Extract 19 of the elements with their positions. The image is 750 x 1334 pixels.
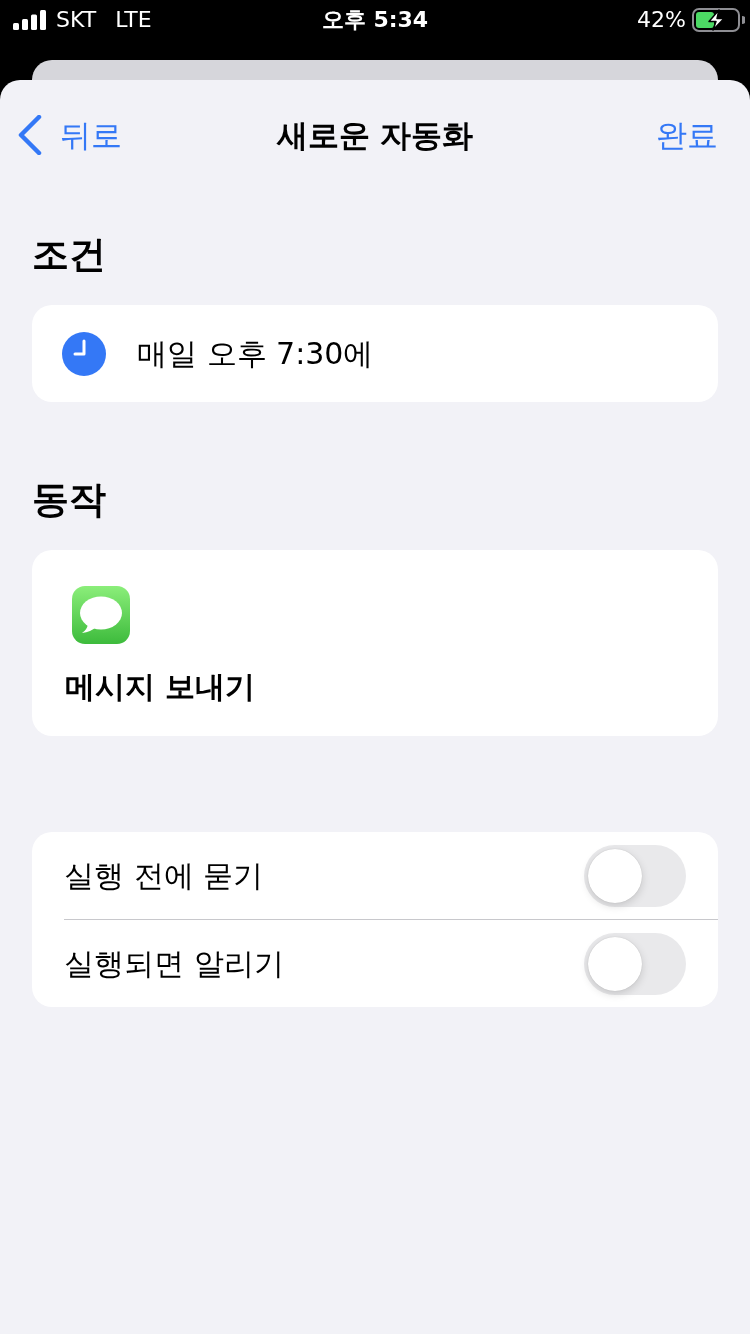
- back-button[interactable]: 뒤로: [18, 115, 122, 155]
- condition-row[interactable]: 매일 오후 7:30에: [32, 305, 718, 402]
- action-card[interactable]: 메시지 보내기: [32, 550, 718, 736]
- battery-percent: 42%: [637, 7, 686, 33]
- speech-bubble-icon: [72, 586, 130, 644]
- clock-icon: [62, 331, 106, 376]
- section-heading: 조건: [32, 232, 107, 278]
- screen-title: 새로운 자동화: [276, 116, 474, 155]
- condition-text: 매일 오후 7:30에: [137, 334, 374, 373]
- network-type: LTE: [115, 7, 152, 33]
- action-name: 메시지 보내기: [65, 668, 256, 706]
- carrier-name: SKT: [56, 7, 97, 33]
- signal-bars-icon: [13, 10, 47, 30]
- clock-time: 오후 5:34: [321, 7, 429, 33]
- chevron-left-icon: [18, 115, 42, 155]
- option-label: 실행 전에 묻기: [64, 856, 264, 895]
- done-button[interactable]: 완료: [656, 115, 718, 155]
- option-label: 실행되면 알리기: [64, 944, 284, 983]
- section-heading: 동작: [32, 477, 107, 523]
